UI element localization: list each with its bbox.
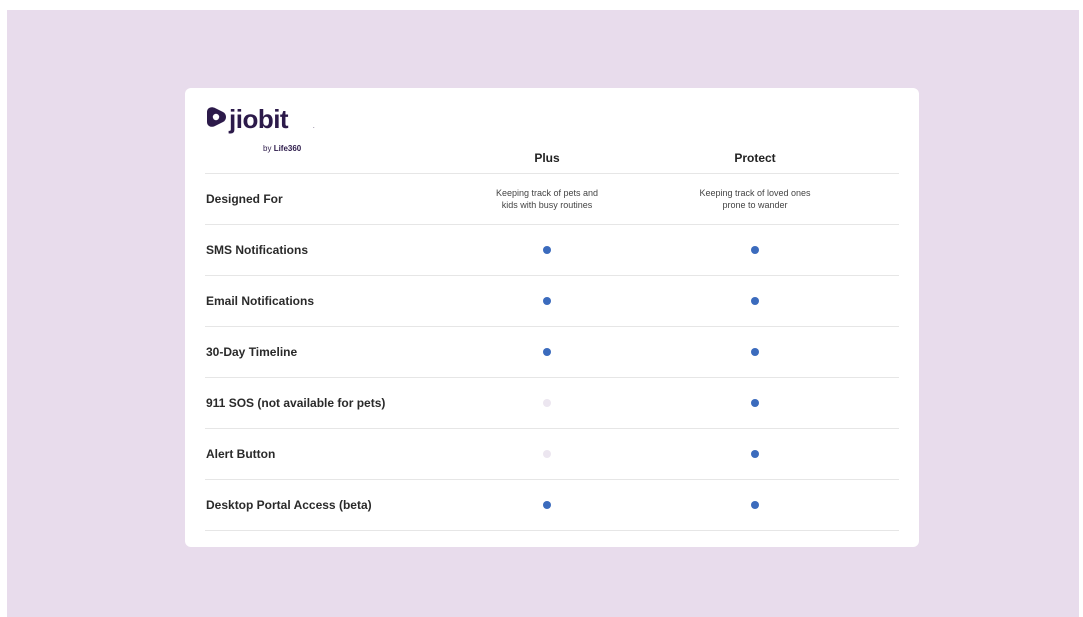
feature-label: 30-Day Timeline bbox=[206, 345, 298, 359]
feature-table: Designed For Keeping track of pets and ki… bbox=[205, 173, 899, 531]
cell-plus bbox=[447, 225, 647, 275]
cell-protect bbox=[655, 225, 855, 275]
cell-plus bbox=[447, 480, 647, 530]
not-included-dot-icon bbox=[543, 450, 551, 458]
cell-plus bbox=[447, 378, 647, 428]
cell-protect bbox=[655, 429, 855, 479]
included-dot-icon bbox=[751, 399, 759, 407]
cell-plus bbox=[447, 276, 647, 326]
column-header-protect: Protect bbox=[734, 151, 776, 165]
feature-label: SMS Notifications bbox=[206, 243, 309, 257]
included-dot-icon bbox=[543, 297, 551, 305]
comparison-card: jiobit . by Life360 Plus Protect Designe… bbox=[185, 88, 919, 547]
column-header-plus: Plus bbox=[534, 151, 560, 165]
cell-protect: Keeping track of loved ones prone to wan… bbox=[655, 174, 855, 224]
cell-plus bbox=[447, 429, 647, 479]
cell-protect bbox=[655, 378, 855, 428]
included-dot-icon bbox=[751, 501, 759, 509]
cell-protect bbox=[655, 276, 855, 326]
logo-byline: by Life360 bbox=[263, 144, 302, 153]
included-dot-icon bbox=[543, 501, 551, 509]
feature-label: Desktop Portal Access (beta) bbox=[206, 498, 372, 512]
included-dot-icon bbox=[751, 348, 759, 356]
table-row: SMS Notifications bbox=[205, 224, 899, 275]
table-row: Email Notifications bbox=[205, 275, 899, 326]
svg-text:.: . bbox=[313, 124, 315, 130]
cell-protect bbox=[655, 327, 855, 377]
jiobit-logo: jiobit . by Life360 bbox=[205, 106, 345, 158]
included-dot-icon bbox=[751, 297, 759, 305]
not-included-dot-icon bbox=[543, 399, 551, 407]
feature-label: 911 SOS (not available for pets) bbox=[206, 396, 386, 410]
svg-text:jiobit: jiobit bbox=[228, 106, 289, 134]
table-row: Alert Button bbox=[205, 428, 899, 479]
protect-description: Keeping track of loved ones prone to wan… bbox=[699, 188, 811, 210]
table-row: Desktop Portal Access (beta) bbox=[205, 479, 899, 531]
feature-label: Alert Button bbox=[206, 447, 276, 461]
included-dot-icon bbox=[751, 450, 759, 458]
cell-plus bbox=[447, 327, 647, 377]
cell-protect bbox=[655, 480, 855, 530]
included-dot-icon bbox=[543, 348, 551, 356]
table-row: 30-Day Timeline bbox=[205, 326, 899, 377]
cell-plus: Keeping track of pets and kids with busy… bbox=[447, 174, 647, 224]
plus-description: Keeping track of pets and kids with busy… bbox=[495, 188, 599, 210]
included-dot-icon bbox=[543, 246, 551, 254]
feature-label: Designed For bbox=[206, 192, 283, 206]
feature-label: Email Notifications bbox=[206, 294, 315, 308]
table-row: 911 SOS (not available for pets) bbox=[205, 377, 899, 428]
included-dot-icon bbox=[751, 246, 759, 254]
table-row: Designed For Keeping track of pets and ki… bbox=[205, 173, 899, 224]
